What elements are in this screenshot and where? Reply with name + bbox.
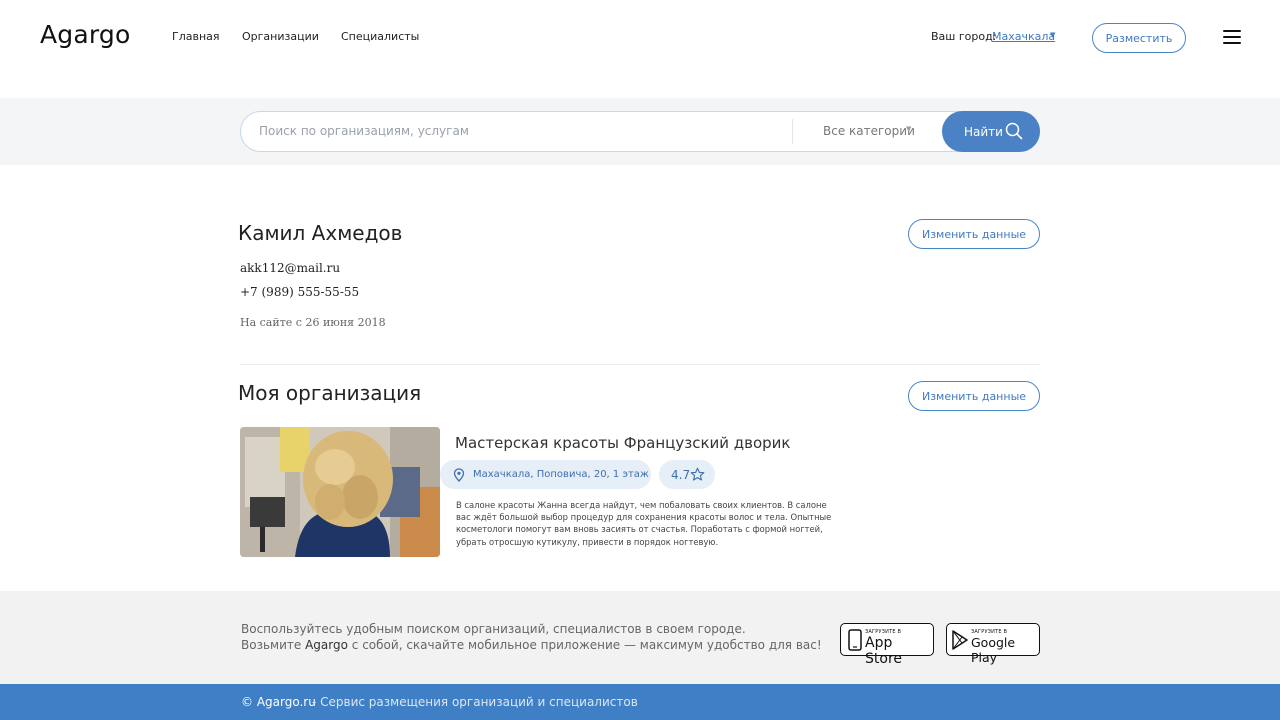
hamburger-menu-icon[interactable] <box>1223 30 1241 44</box>
edit-profile-button[interactable]: Изменить данные <box>908 219 1040 249</box>
search-divider <box>792 119 793 144</box>
promo-line-2-before: Возьмите <box>241 638 302 652</box>
nav-item-specialists[interactable]: Специалисты <box>341 30 419 43</box>
app-store-badge[interactable]: ЗАГРУЗИТЕ В App Store <box>840 623 934 667</box>
salon-photo[interactable] <box>240 427 440 557</box>
find-button-label: Найти <box>964 124 1003 139</box>
organization-rating: 4.7 <box>671 468 691 482</box>
star-icon <box>690 467 705 481</box>
phone-icon <box>848 629 862 651</box>
search-icon <box>1005 122 1023 140</box>
app-store-label: App Store <box>865 635 903 667</box>
profile-name: Камил Ахмедов <box>238 221 403 245</box>
play-icon <box>952 630 968 650</box>
profile-email: akk112@mail.ru <box>240 261 341 275</box>
promo-line-1: Воспользуйтесь удобным поиском организац… <box>241 622 746 636</box>
google-play-label: Google Play <box>971 635 1016 665</box>
nav-item-home[interactable]: Главная <box>172 30 220 43</box>
logo[interactable]: Agargo <box>40 20 131 49</box>
organization-name[interactable]: Мастерская красоты Французский дворик <box>455 434 791 452</box>
chevron-down-icon: ▼ <box>1050 31 1056 39</box>
nav-item-organizations[interactable]: Организации <box>242 30 319 43</box>
city-label: Ваш город: <box>931 30 997 43</box>
find-button[interactable]: Найти <box>942 111 1040 152</box>
location-pin-icon <box>453 468 465 482</box>
place-button[interactable]: Разместить <box>1092 23 1186 53</box>
chevron-down-icon: ▼ <box>906 125 912 133</box>
edit-organization-button[interactable]: Изменить данные <box>908 381 1040 411</box>
footer-description: - Сервис размещения организаций и специа… <box>312 695 638 709</box>
copyright[interactable]: © Agargo.ru <box>241 695 316 709</box>
organization-section-title: Моя организация <box>238 381 422 405</box>
search-input[interactable] <box>259 118 779 144</box>
promo-line-2-after: с собой, скачайте мобильное приложение —… <box>351 638 822 652</box>
category-select[interactable]: Все категории <box>823 124 915 138</box>
profile-phone: +7 (989) 555-55-55 <box>240 285 360 299</box>
organization-description: В салоне красоты Жанна всегда найдут, че… <box>456 500 832 547</box>
promo-line-2: Возьмите Agargo с собой, скачайте мобиль… <box>241 638 822 652</box>
footer <box>0 684 1280 720</box>
organization-address: Махачкала, Поповича, 20, 1 этаж <box>473 469 649 480</box>
city-select[interactable]: Махачкала <box>992 30 1055 43</box>
promo-brand: Agargo <box>305 638 348 652</box>
header: Agargo Главная Организации Специалисты В… <box>0 0 1280 98</box>
profile-since: На сайте с 26 июня 2018 <box>240 316 386 329</box>
google-play-badge[interactable]: ЗАГРУЗИТЕ В Google Play <box>946 623 1040 665</box>
divider <box>240 364 1040 365</box>
